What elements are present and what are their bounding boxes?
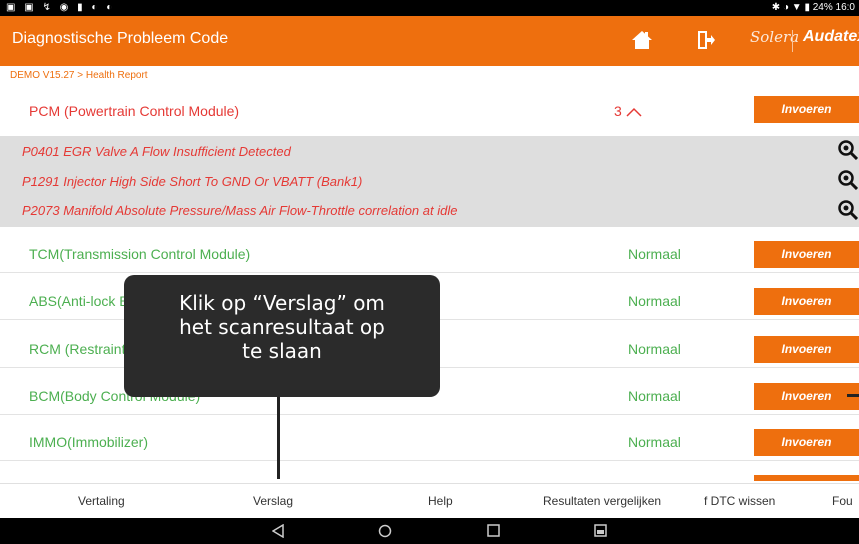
notification-icons: ▣ ▣ ↯ ◉ ▮ ◐ ◐ bbox=[6, 2, 116, 13]
module-status: Normaal bbox=[628, 246, 681, 262]
module-name: RCM (Restraint bbox=[29, 341, 126, 357]
page-title: Diagnostische Probleem Code bbox=[12, 30, 229, 47]
module-name: PCM (Powertrain Control Module) bbox=[29, 103, 240, 119]
enter-button-bcm[interactable]: Invoeren bbox=[754, 383, 859, 410]
clock: 16:0 bbox=[835, 2, 855, 13]
enter-button-rcm[interactable]: Invoeren bbox=[754, 336, 859, 363]
module-status: Normaal bbox=[628, 434, 681, 450]
more-button[interactable]: Fou bbox=[832, 494, 853, 508]
tooltip-pointer-line bbox=[277, 397, 280, 479]
module-status: Normaal bbox=[628, 388, 681, 404]
status-bar: ▣ ▣ ↯ ◉ ▮ ◐ ◐ ✱ ◑ ▼ ▮ 24% 16:0 bbox=[0, 0, 859, 16]
module-name: ABS(Anti-lock B bbox=[29, 293, 129, 309]
chevron-up-icon[interactable] bbox=[626, 107, 642, 117]
magnifier-icon[interactable] bbox=[838, 170, 858, 190]
tutorial-tooltip: Klik op “Verslag” om het scanresultaat o… bbox=[124, 275, 440, 397]
nav-recents-icon[interactable] bbox=[487, 524, 500, 537]
breadcrumb[interactable]: DEMO V15.27 > Health Report bbox=[10, 70, 148, 81]
brand-divider bbox=[792, 30, 793, 52]
dtc-count-value: 3 bbox=[614, 103, 622, 119]
dtc-list: P0401 EGR Valve A Flow Insufficient Dete… bbox=[0, 136, 859, 227]
tooltip-line: het scanresultaat op bbox=[179, 315, 385, 339]
module-row-pcm[interactable]: PCM (Powertrain Control Module) 3 Invoer… bbox=[0, 82, 859, 134]
nav-home-icon[interactable] bbox=[378, 524, 392, 538]
dtc-item[interactable]: P0401 EGR Valve A Flow Insufficient Dete… bbox=[22, 144, 291, 159]
dtc-count: 3 bbox=[614, 103, 642, 119]
module-row-immo[interactable]: IMMO(Immobilizer) Normaal Invoeren bbox=[0, 424, 859, 461]
brand-audatex: Audatex bbox=[803, 28, 859, 45]
magnifier-icon[interactable] bbox=[838, 140, 858, 160]
clear-dtc-button[interactable]: f DTC wissen bbox=[704, 494, 775, 508]
module-name: TCM(Transmission Control Module) bbox=[29, 246, 251, 262]
help-button[interactable]: Help bbox=[428, 494, 453, 508]
title-bar: Diagnostische Probleem Code Solera Audat… bbox=[0, 16, 859, 66]
enter-button-partial[interactable] bbox=[754, 475, 859, 481]
report-button[interactable]: Verslag bbox=[253, 494, 293, 508]
enter-button-immo[interactable]: Invoeren bbox=[754, 429, 859, 456]
exit-icon[interactable] bbox=[697, 30, 715, 50]
enter-button-tcm[interactable]: Invoeren bbox=[754, 241, 859, 268]
enter-button-abs[interactable]: Invoeren bbox=[754, 288, 859, 315]
magnifier-icon[interactable] bbox=[838, 200, 858, 220]
battery-level: 24% bbox=[812, 2, 833, 13]
tooltip-line: Klik op “Verslag” om bbox=[179, 291, 385, 315]
module-status: Normaal bbox=[628, 293, 681, 309]
dtc-item[interactable]: P2073 Manifold Absolute Pressure/Mass Ai… bbox=[22, 203, 457, 218]
home-icon[interactable] bbox=[631, 30, 653, 50]
status-right: ✱ ◑ ▼ ▮ 24% 16:0 bbox=[771, 2, 855, 13]
tutorial-pointer-line bbox=[847, 394, 859, 397]
bottom-toolbar: Vertaling Verslag Help Resultaten vergel… bbox=[0, 483, 859, 519]
compare-results-button[interactable]: Resultaten vergelijken bbox=[543, 494, 661, 508]
translate-button[interactable]: Vertaling bbox=[78, 494, 125, 508]
enter-button-pcm[interactable]: Invoeren bbox=[754, 96, 859, 123]
system-nav-bar bbox=[0, 518, 859, 544]
module-name: IMMO(Immobilizer) bbox=[29, 434, 148, 450]
nav-back-icon[interactable] bbox=[272, 524, 284, 538]
module-row-tcm[interactable]: TCM(Transmission Control Module) Normaal… bbox=[0, 236, 859, 273]
nav-screenshot-icon[interactable] bbox=[594, 524, 607, 537]
dtc-item[interactable]: P1291 Injector High Side Short To GND Or… bbox=[22, 174, 362, 189]
tooltip-line: te slaan bbox=[242, 339, 322, 363]
module-status: Normaal bbox=[628, 341, 681, 357]
